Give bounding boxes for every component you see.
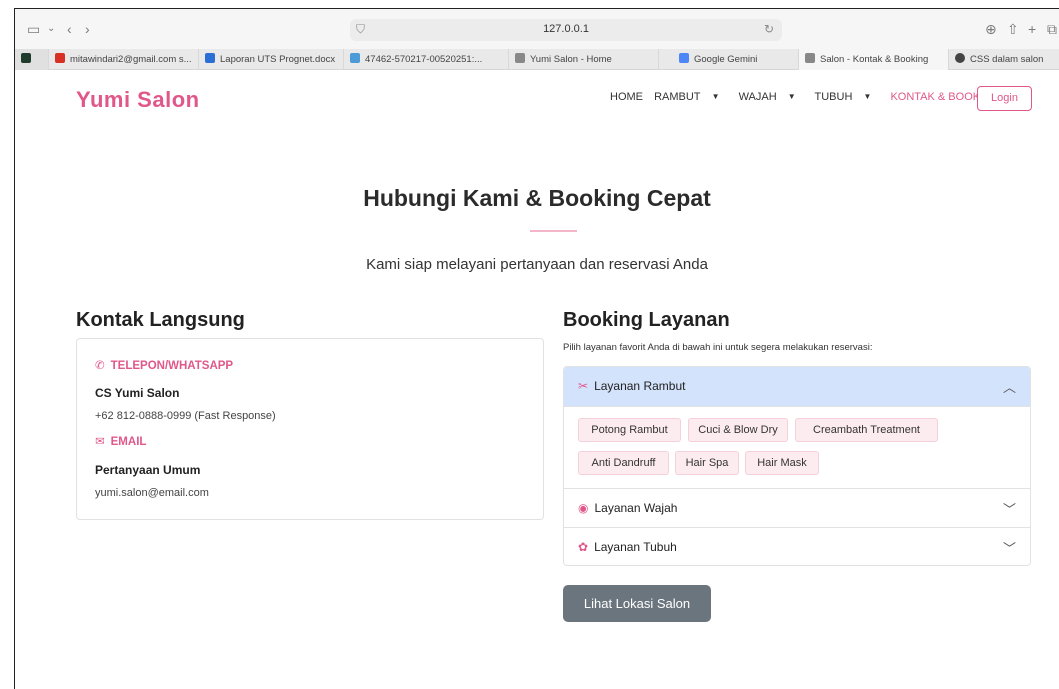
page-icon	[515, 53, 525, 63]
service-chip-potong-rambut[interactable]: Potong Rambut	[578, 418, 681, 442]
caret-down-icon: ▼	[711, 92, 720, 101]
gemini-icon	[679, 53, 689, 63]
accordion-wajah-label: Layanan Wajah	[594, 501, 678, 515]
reload-icon[interactable]: ↻	[764, 22, 774, 36]
mask-icon: ◉	[578, 501, 589, 515]
page-icon	[805, 53, 815, 63]
tab-label: Laporan UTS Prognet.docx	[220, 54, 336, 65]
tab-gmail[interactable]: mitawindari2@gmail.com s...	[49, 49, 199, 70]
page-subtitle: Kami siap melayani pertanyaan dan reserv…	[366, 256, 708, 273]
tab-yumi-home[interactable]: Yumi Salon - Home	[509, 49, 659, 70]
tab-word-doc[interactable]: Laporan UTS Prognet.docx	[199, 49, 344, 70]
word-icon	[205, 53, 215, 63]
nav-wajah[interactable]: WAJAH ▼	[739, 91, 804, 103]
tab-bar: mitawindari2@gmail.com s... Laporan UTS …	[15, 49, 1059, 70]
nav-tubuh[interactable]: TUBUH ▼	[815, 91, 880, 103]
service-chip-hair-spa[interactable]: Hair Spa	[675, 451, 739, 475]
brand-logo[interactable]: Yumi Salon	[76, 87, 200, 113]
new-tab-icon[interactable]: +	[1028, 21, 1036, 37]
contact-card: ✆ TELEPON/WHATSAPP CS Yumi Salon +62 812-…	[76, 338, 544, 520]
nav-tubuh-label: TUBUH	[814, 91, 853, 103]
tab-document[interactable]: 47462-570217-00520251:...	[344, 49, 509, 70]
page-content: Yumi Salon HOME RAMBUT ▼ WAJAH ▼ TUBUH ▼…	[15, 71, 1059, 689]
email-heading-label: EMAIL	[110, 436, 147, 448]
phone-heading-label: TELEPON/WHATSAPP	[110, 360, 234, 372]
accordion-rambut-label: Layanan Rambut	[594, 379, 686, 393]
chevron-down-icon[interactable]: ⌄	[47, 21, 55, 37]
accordion-tubuh-label: Layanan Tubuh	[594, 540, 677, 554]
phone-icon: ✆	[95, 360, 105, 372]
email-contact-name: Pertanyaan Umum	[95, 463, 201, 477]
accordion-rambut-label-wrap: ✂ Layanan Rambut	[578, 379, 685, 393]
phone-number[interactable]: +62 812-0888-0999 (Fast Response)	[95, 410, 276, 422]
contact-section-title: Kontak Langsung	[76, 309, 245, 331]
chevron-down-icon: ﹀	[1002, 502, 1016, 517]
page-title: Hubungi Kami & Booking Cepat	[363, 185, 711, 211]
service-chip-anti-dandruff[interactable]: Anti Dandruff	[578, 451, 669, 475]
service-chip-creambath[interactable]: Creambath Treatment	[795, 418, 938, 442]
chevron-down-icon: ﹀	[1002, 541, 1016, 556]
tab-kontak-booking[interactable]: Salon - Kontak & Booking	[799, 49, 949, 70]
tab-label: Google Gemini	[694, 54, 758, 65]
nav-rambut[interactable]: RAMBUT ▼	[654, 91, 727, 103]
globe-icon	[955, 53, 965, 63]
pinned-tab-icon	[21, 53, 31, 63]
forward-icon[interactable]: ›	[85, 21, 90, 37]
phone-heading: ✆ TELEPON/WHATSAPP	[95, 358, 233, 372]
back-icon[interactable]: ‹	[67, 21, 72, 37]
accordion-rambut-header[interactable]: ✂ Layanan Rambut ︿	[564, 367, 1030, 406]
booking-section-title: Booking Layanan	[563, 309, 730, 331]
chevron-up-icon: ︿	[1002, 380, 1016, 395]
accordion-divider	[564, 406, 1030, 407]
phone-contact-name: CS Yumi Salon	[95, 386, 180, 400]
browser-toolbar: ▭ ⌄ ‹ › ⛉ 127.0.0.1 ↻ ⊕ ⇧ + ⧉	[15, 9, 1059, 49]
booking-note: Pilih layanan favorit Anda di bawah ini …	[563, 342, 873, 353]
lotus-icon: ✿	[578, 540, 589, 554]
tab-css[interactable]: CSS dalam salon	[949, 49, 1059, 70]
accordion-tubuh-header[interactable]: ✿ Layanan Tubuh ﹀	[564, 528, 1030, 565]
tab-pinned[interactable]	[15, 49, 49, 70]
scissors-icon: ✂	[578, 379, 589, 393]
email-address[interactable]: yumi.salon@email.com	[95, 487, 209, 499]
tab-label: Yumi Salon - Home	[530, 54, 612, 65]
login-button[interactable]: Login	[977, 86, 1032, 111]
sidebar-icon[interactable]: ▭	[27, 21, 40, 37]
download-icon[interactable]: ⊕	[985, 21, 997, 37]
main-nav: HOME RAMBUT ▼ WAJAH ▼ TUBUH ▼ KONTAK & B…	[610, 91, 1008, 103]
tab-overview-icon[interactable]: ⧉	[1047, 21, 1057, 37]
view-location-button[interactable]: Lihat Lokasi Salon	[563, 585, 711, 622]
services-accordion: ✂ Layanan Rambut ︿ Potong Rambut Cuci & B…	[563, 366, 1031, 566]
nav-rambut-label: RAMBUT	[654, 91, 701, 103]
tab-label: CSS dalam salon	[970, 54, 1044, 65]
document-icon	[350, 53, 360, 63]
envelope-icon: ✉	[95, 436, 105, 448]
accordion-wajah-label-wrap: ◉ Layanan Wajah	[578, 501, 677, 515]
tab-label: 47462-570217-00520251:...	[365, 54, 483, 65]
tab-gemini[interactable]: Google Gemini	[659, 49, 799, 70]
email-heading: ✉ EMAIL	[95, 434, 146, 448]
service-chip-hair-mask[interactable]: Hair Mask	[745, 451, 819, 475]
caret-down-icon: ▼	[787, 92, 796, 101]
url-text: 127.0.0.1	[543, 23, 589, 35]
caret-down-icon: ▼	[863, 92, 872, 101]
tab-label: Salon - Kontak & Booking	[820, 54, 929, 65]
nav-wajah-label: WAJAH	[738, 91, 777, 103]
accordion-wajah-header[interactable]: ◉ Layanan Wajah ﹀	[564, 489, 1030, 528]
share-icon[interactable]: ⇧	[1007, 21, 1019, 37]
gmail-icon	[55, 53, 65, 63]
tab-label: mitawindari2@gmail.com s...	[70, 54, 192, 65]
service-chip-cuci-blow-dry[interactable]: Cuci & Blow Dry	[688, 418, 788, 442]
address-bar[interactable]: ⛉ 127.0.0.1 ↻	[350, 19, 782, 41]
accordion-tubuh-label-wrap: ✿ Layanan Tubuh	[578, 540, 677, 554]
title-divider	[530, 230, 577, 232]
nav-home[interactable]: HOME	[610, 91, 643, 103]
